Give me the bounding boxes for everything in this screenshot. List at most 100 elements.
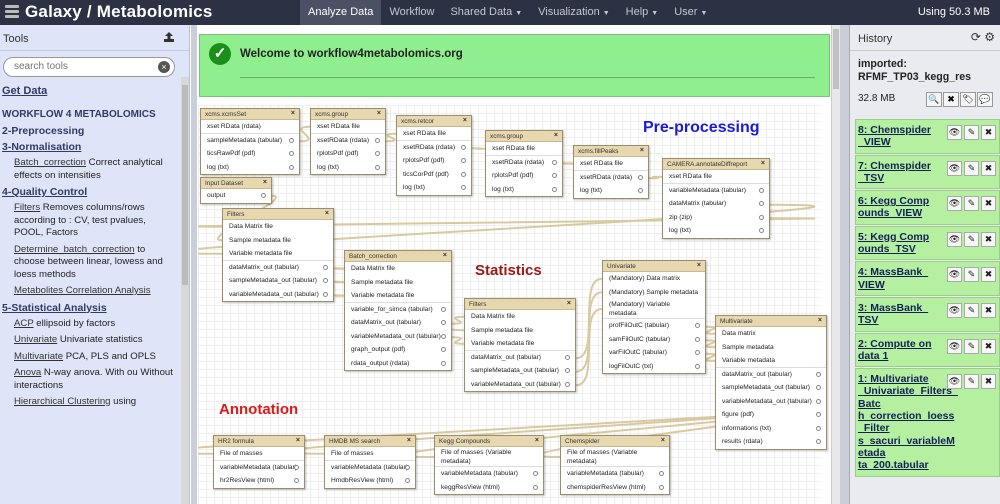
pencil-icon[interactable]: ✎ xyxy=(964,338,979,354)
close-icon[interactable]: × xyxy=(407,437,411,444)
output-port-icon[interactable] xyxy=(552,159,557,165)
node-output[interactable]: output xyxy=(201,189,271,203)
eye-icon[interactable]: 👁 xyxy=(947,125,962,140)
node-output[interactable]: samFilOutC (tabular) xyxy=(603,333,705,347)
section-normalisation[interactable]: 3-Normalisation xyxy=(0,139,180,155)
workflow-node-input[interactable]: Input Dataset × output xyxy=(200,177,272,204)
node-output[interactable]: results (rdata) xyxy=(716,435,826,449)
left-panel-gutter[interactable] xyxy=(191,25,197,504)
output-port-icon[interactable] xyxy=(816,371,821,377)
close-icon[interactable]: × xyxy=(377,110,381,117)
node-input[interactable]: xset RData file xyxy=(486,142,562,156)
output-port-icon[interactable] xyxy=(816,425,821,431)
tool-search-input[interactable] xyxy=(14,61,154,72)
tool-batch-correction[interactable]: Batch_correction Correct analytical effe… xyxy=(0,155,180,184)
node-output[interactable]: variableMetadata_out (tabular) xyxy=(716,395,826,409)
output-port-icon[interactable] xyxy=(461,171,466,177)
nav-visualization[interactable]: Visualization ▼ xyxy=(530,0,618,25)
node-input[interactable]: Data matrix xyxy=(716,327,826,341)
node-title[interactable]: Kegg Compounds × xyxy=(435,436,543,447)
close-icon[interactable]: × xyxy=(325,210,329,217)
output-port-icon[interactable] xyxy=(323,264,328,270)
delete-icon[interactable]: ✖ xyxy=(981,374,996,390)
dataset-6[interactable]: 6: Kegg Comp ounds_VIEW 👁 ✎ ✖ xyxy=(855,190,1000,225)
output-port-icon[interactable] xyxy=(405,464,410,470)
upload-icon[interactable] xyxy=(163,31,175,43)
eye-icon[interactable]: 👁 xyxy=(947,374,962,390)
output-port-icon[interactable] xyxy=(323,291,328,297)
output-port-icon[interactable] xyxy=(659,471,664,476)
node-output[interactable]: xsetRData (rdata) xyxy=(397,141,471,155)
output-port-icon[interactable] xyxy=(261,193,266,198)
node-title[interactable]: xcms.group × xyxy=(311,109,385,120)
dataset-3[interactable]: 3: MassBank_ TSV 👁 ✎ ✖ xyxy=(855,296,1000,332)
node-title[interactable]: HR2 formula × xyxy=(214,436,304,447)
node-input[interactable]: (Mandatory) Sample metadata xyxy=(603,286,705,300)
node-title[interactable]: Chemspider × xyxy=(561,436,669,447)
output-port-icon[interactable] xyxy=(461,158,466,163)
close-icon[interactable]: × xyxy=(554,132,558,139)
search-icon[interactable]: 🔍 xyxy=(926,92,942,107)
tool-univariate[interactable]: Univariate Univariate statistics xyxy=(0,332,180,349)
nav-workflow[interactable]: Workflow xyxy=(381,0,442,25)
right-panel-gutter[interactable] xyxy=(840,25,849,504)
output-port-icon[interactable] xyxy=(441,360,446,366)
delete-icon[interactable]: ✖ xyxy=(981,196,996,212)
output-port-icon[interactable] xyxy=(441,306,446,312)
scrollbar-thumb[interactable] xyxy=(182,85,188,285)
nav-shared-data[interactable]: Shared Data ▼ xyxy=(442,0,530,25)
workflow-node-retcor[interactable]: xcms.retcor × xset RData file xsetRData (rd… xyxy=(396,115,472,196)
node-title[interactable]: Multivariate × xyxy=(716,316,826,327)
delete-icon[interactable]: ✖ xyxy=(981,302,996,318)
output-port-icon[interactable] xyxy=(375,151,380,156)
node-output[interactable]: dataMatrix (tabular) xyxy=(663,197,769,211)
node-input[interactable]: xset RData (rdata) xyxy=(201,120,299,134)
node-output[interactable]: dataMatrix_out (tabular) xyxy=(345,316,451,330)
close-icon[interactable]: × xyxy=(640,147,644,154)
brand-title[interactable]: Galaxy / Metabolomics xyxy=(25,2,213,22)
node-output[interactable]: dataMatrix_out (tabular) xyxy=(223,261,333,275)
output-port-icon[interactable] xyxy=(289,164,294,170)
gear-icon[interactable]: ⚙ xyxy=(984,30,995,44)
node-output[interactable]: profFilOutC (tabular) xyxy=(603,319,705,333)
pencil-icon[interactable]: ✎ xyxy=(964,196,979,212)
workflow-node-batch[interactable]: Batch_correction × Data Matrix file Sample … xyxy=(344,250,452,371)
workflow-node-multivariate[interactable]: Multivariate × Data matrix Sample metadata V… xyxy=(715,315,827,450)
node-output[interactable]: variableMetadata_out (tabular) xyxy=(345,330,451,344)
output-port-icon[interactable] xyxy=(565,354,570,360)
node-title[interactable]: xcms.xcmsSet × xyxy=(201,109,299,120)
node-input[interactable]: File of masses xyxy=(325,447,415,461)
node-output[interactable]: log (txt) xyxy=(574,184,648,198)
output-port-icon[interactable] xyxy=(759,201,764,206)
delete-icon[interactable]: ✖ xyxy=(981,125,996,140)
section-statistical-analysis[interactable]: 5-Statistical Analysis xyxy=(0,300,180,316)
history-name[interactable]: imported: RFMF_TP03_kegg_res xyxy=(858,58,998,84)
close-icon[interactable]: × xyxy=(761,160,765,167)
node-input[interactable]: Sample metadata file xyxy=(223,234,333,248)
dataset-title[interactable]: 7: Chemspider _TSV xyxy=(858,160,940,185)
node-output[interactable]: variableMetadata (tabular) xyxy=(214,461,304,475)
node-output[interactable]: xsetRData (rdata) xyxy=(311,134,385,148)
eye-icon[interactable]: 👁 xyxy=(947,160,962,176)
node-input[interactable]: (Mandatory) Variable metadata xyxy=(603,299,705,319)
node-input[interactable]: xset RData file xyxy=(397,127,471,141)
eye-icon[interactable]: 👁 xyxy=(947,302,962,318)
close-icon[interactable]: × xyxy=(296,437,300,444)
output-port-icon[interactable] xyxy=(759,228,764,233)
node-title[interactable]: xcms.retcor × xyxy=(397,116,471,127)
output-port-icon[interactable] xyxy=(375,164,380,170)
node-input[interactable]: Variable metadata file xyxy=(465,337,575,351)
node-output[interactable]: varFilOutC (tabular) xyxy=(603,346,705,360)
tool-anova[interactable]: Anova N-way anova. With ou Without inter… xyxy=(0,365,180,394)
output-port-icon[interactable] xyxy=(289,137,294,143)
workflow-canvas[interactable]: Pre-processing Statistics Annotation xcm… xyxy=(198,105,827,504)
node-output[interactable]: graph_output (pdf) xyxy=(345,343,451,357)
eye-icon[interactable]: 👁 xyxy=(947,338,962,354)
node-output[interactable]: log (txt) xyxy=(486,183,562,197)
node-input[interactable]: xset RData file xyxy=(663,170,769,184)
tool-filters[interactable]: Filters Removes columns/rows according t… xyxy=(0,200,180,242)
close-icon[interactable]: × xyxy=(263,179,267,186)
dataset-7[interactable]: 7: Chemspider _TSV 👁 ✎ ✖ xyxy=(855,154,1000,190)
node-output[interactable]: variableMetadata (tabular) xyxy=(435,467,543,481)
tool-acp[interactable]: ACP ellipsoid by factors xyxy=(0,316,180,333)
